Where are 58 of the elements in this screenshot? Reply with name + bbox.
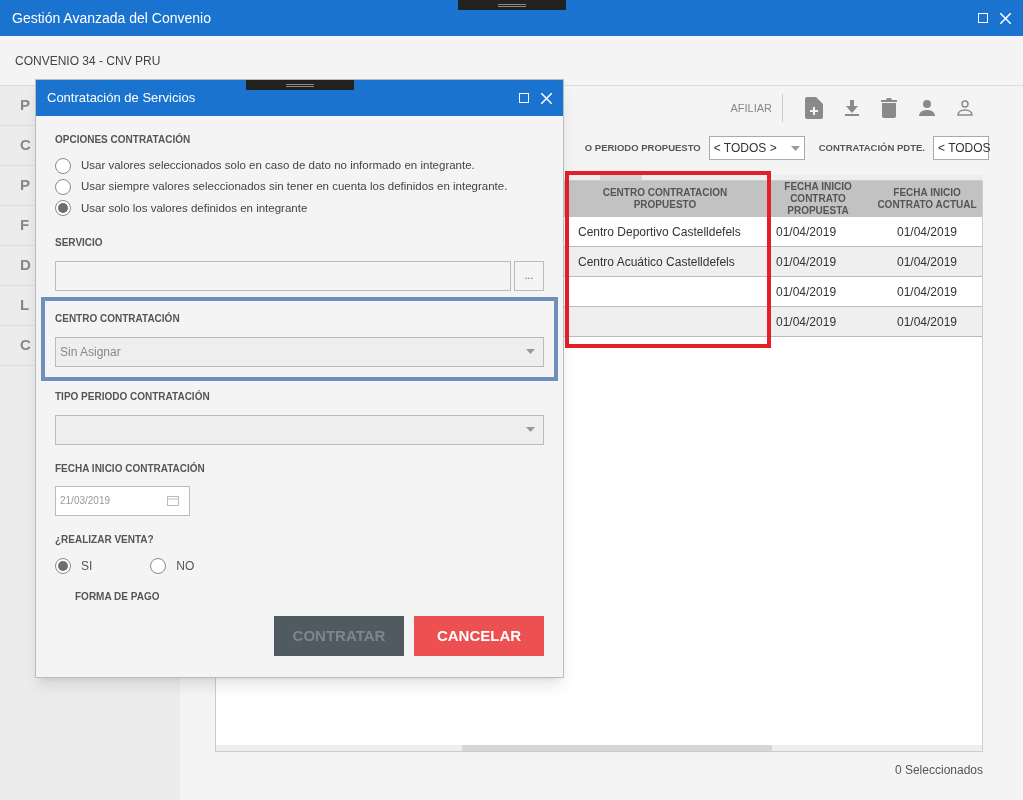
table-cell: 01/04/2019 xyxy=(896,314,958,329)
drag-handle[interactable] xyxy=(246,80,354,90)
radio-button[interactable] xyxy=(55,178,71,195)
period-dropdown[interactable] xyxy=(55,414,544,445)
radio-label[interactable]: NO xyxy=(176,556,195,575)
table-cell: 01/04/2019 xyxy=(896,254,958,269)
radio-button[interactable] xyxy=(150,557,167,574)
table-cell: Centro Acuático Castelldefels xyxy=(578,254,735,269)
calendar-icon[interactable] xyxy=(167,495,179,507)
field-label: TIPO PERIODO CONTRATACIÓN xyxy=(55,389,211,404)
selection-count: 0 Seleccionados xyxy=(894,762,983,779)
table-cell: Centro Deportivo Castelldefels xyxy=(578,224,741,239)
field-label: CENTRO CONTRATACIÓN xyxy=(55,311,181,326)
dialog-title: Contratación de Servicios xyxy=(47,89,196,108)
filter-label: O PERIODO PROPUESTO xyxy=(584,140,701,155)
field-label: FORMA DE PAGO xyxy=(75,589,161,604)
person-icon[interactable] xyxy=(919,100,935,116)
radio-button[interactable] xyxy=(55,557,71,574)
column-header[interactable]: CENTRO CONTRATACION PROPUESTO xyxy=(566,181,764,217)
table-cell: 01/04/2019 xyxy=(776,284,837,299)
radio-button[interactable] xyxy=(55,200,71,217)
table-cell: 01/04/2019 xyxy=(896,224,958,239)
section-label: OPCIONES CONTRATACIÓN xyxy=(55,132,192,147)
add-document-icon[interactable] xyxy=(805,97,823,119)
radio-label[interactable]: Usar siempre valores seleccionados sin tener en cuenta los definidos en integrante. xyxy=(81,178,508,196)
window-title: Gestión Avanzada del Convenio xyxy=(12,8,211,28)
caret-icon xyxy=(526,427,535,433)
filter-label: CONTRATACIÓN PDTE. xyxy=(818,140,925,155)
maximize-icon[interactable] xyxy=(978,13,988,23)
table-cell: 01/04/2019 xyxy=(776,254,837,269)
download-icon[interactable] xyxy=(845,100,859,116)
radio-button[interactable] xyxy=(55,157,71,174)
radio-label[interactable]: Usar solo los valores definidos en integrante xyxy=(81,199,308,217)
scrollbar[interactable] xyxy=(216,745,982,751)
browse-button[interactable]: ... xyxy=(514,260,544,291)
field-label: ¿REALIZAR VENTA? xyxy=(55,532,155,547)
filter-dropdown[interactable]: < TODOS > xyxy=(708,136,805,160)
service-field[interactable] xyxy=(55,260,511,291)
column-header[interactable]: FECHA INICIO CONTRATO ACTUAL xyxy=(872,181,982,217)
table-cell: 01/04/2019 xyxy=(776,314,837,329)
filter-dropdown[interactable]: < TODOS xyxy=(933,136,989,160)
column-header[interactable]: FECHA INICIO CONTRATO PROPUESTA xyxy=(764,181,872,217)
radio-label[interactable]: Usar valores seleccionados solo en caso de dato no informado en integrante. xyxy=(81,157,475,175)
close-icon[interactable] xyxy=(1000,12,1011,24)
field-label: SERVICIO xyxy=(55,235,104,250)
table-cell: 01/04/2019 xyxy=(776,224,837,239)
field-label: FECHA INICIO CONTRATACIÓN xyxy=(55,461,206,476)
trash-icon[interactable] xyxy=(881,98,897,118)
radio-label[interactable]: SI xyxy=(81,556,93,575)
agreement-title: CONVENIO 34 - CNV PRU xyxy=(15,52,161,70)
drag-handle[interactable] xyxy=(458,0,566,10)
person-outline-icon[interactable] xyxy=(957,100,973,116)
close-icon[interactable] xyxy=(541,92,552,104)
cancel-button[interactable]: CANCELAR xyxy=(414,615,544,656)
table-cell: 01/04/2019 xyxy=(896,284,958,299)
caret-icon xyxy=(790,145,800,151)
maximize-icon[interactable] xyxy=(519,93,529,103)
caret-icon xyxy=(526,349,535,355)
